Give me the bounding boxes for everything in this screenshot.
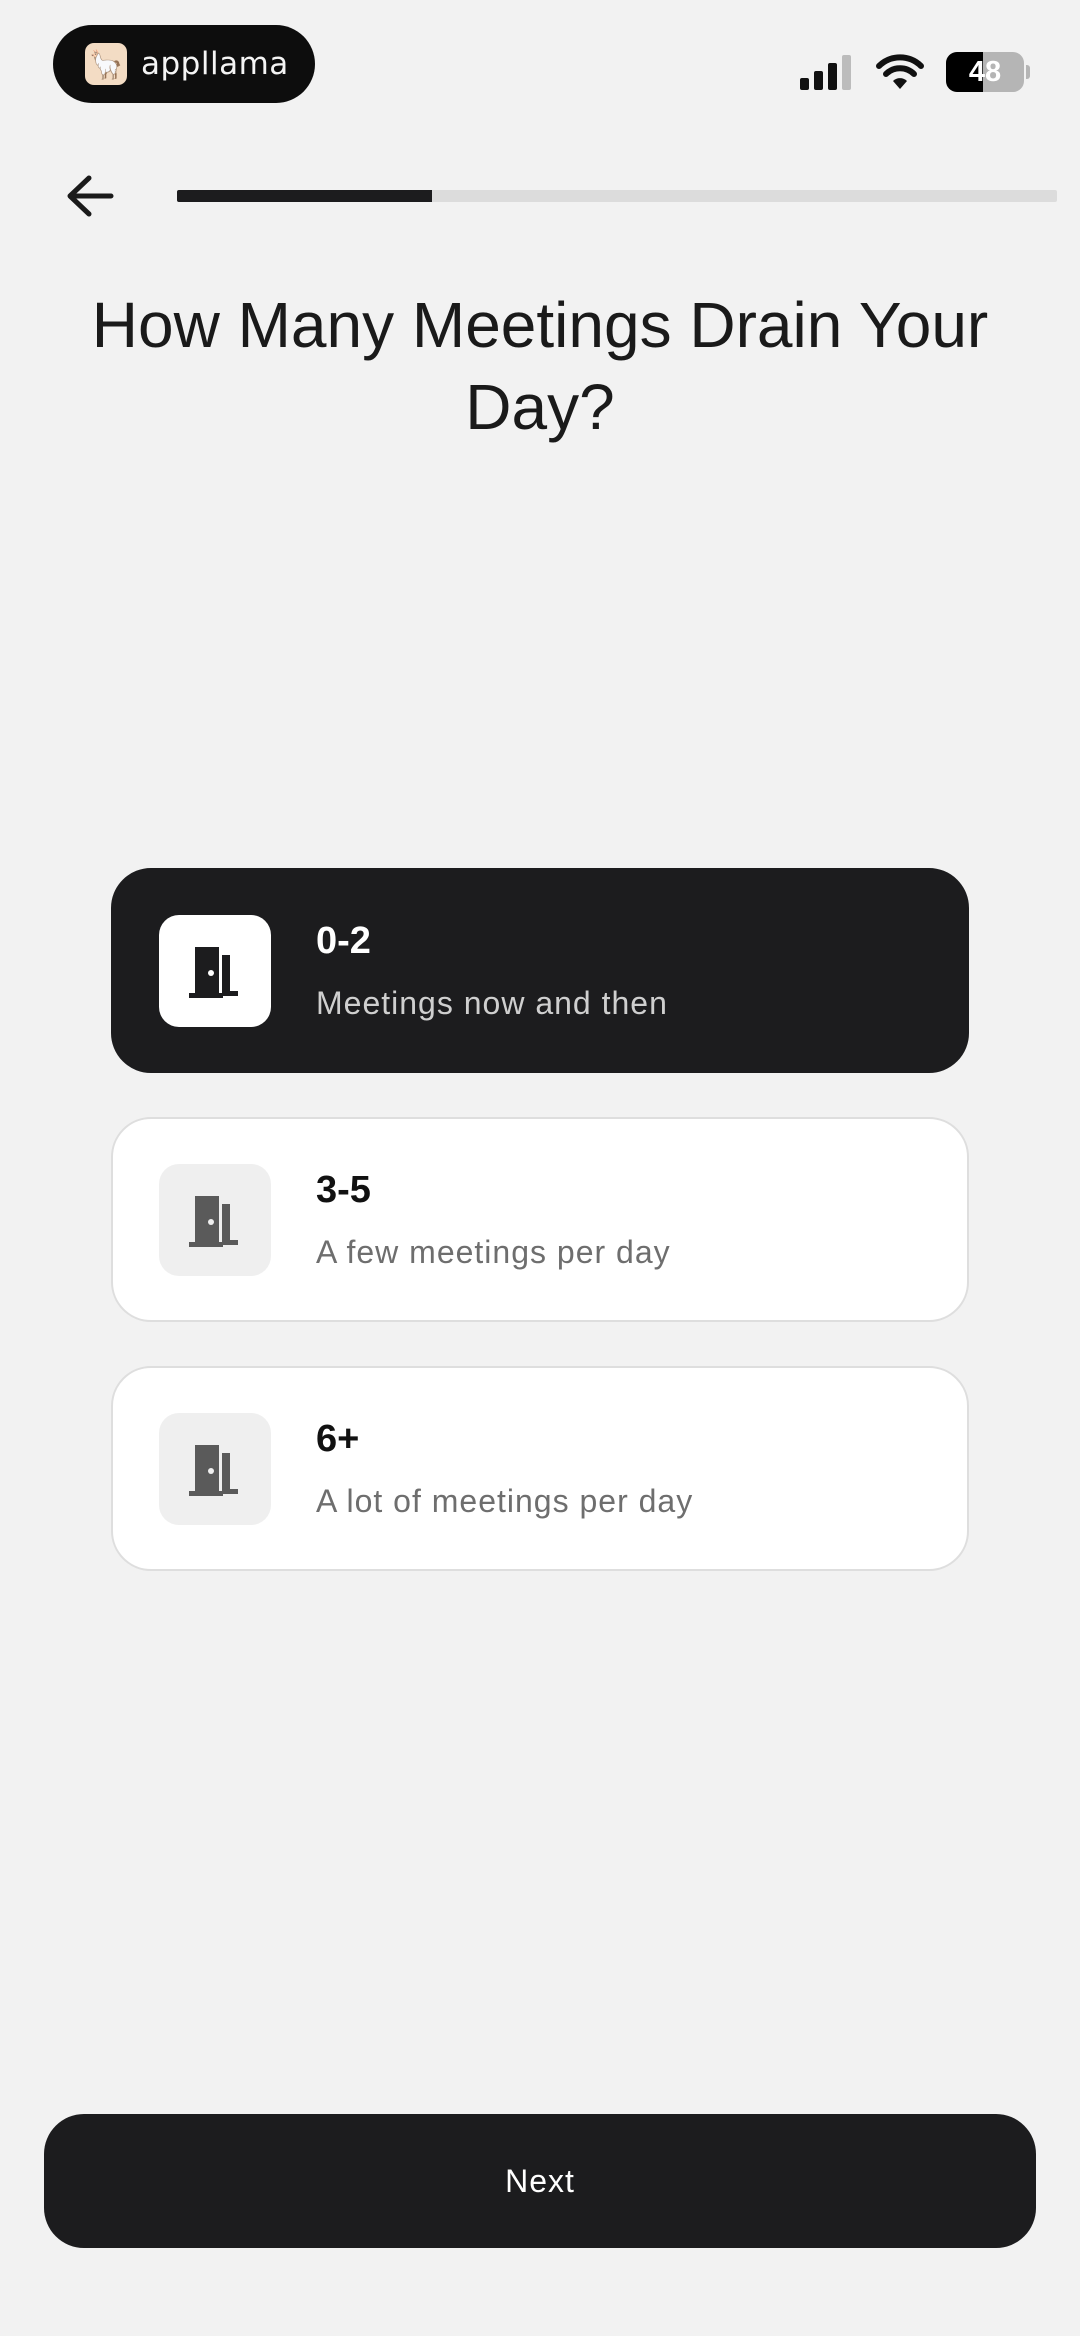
progress-fill [177,190,433,202]
option-6-plus[interactable]: 6+ A lot of meetings per day [111,1366,969,1571]
battery-cap [1026,65,1030,79]
option-subtitle: A lot of meetings per day [316,1482,694,1519]
option-title: 3-5 [316,1168,371,1211]
option-3-5[interactable]: 3-5 A few meetings per day [111,1117,969,1322]
status-icons: 48 [798,50,1030,94]
battery-level: 48 [968,55,1002,88]
next-button[interactable]: Next [44,2114,1036,2248]
option-title: 6+ [316,1417,360,1460]
question-title: How Many Meetings Drain Your Day? [91,289,989,443]
back-button[interactable] [55,164,125,228]
progress-bar [177,190,1057,202]
llama-logo-icon: 🦙 [85,43,127,85]
option-0-2[interactable]: 0-2 Meetings now and then [111,868,969,1073]
arrow-left-icon [67,175,114,217]
door-icon [159,1163,271,1276]
option-subtitle: Meetings now and then [316,984,668,1021]
door-icon [159,1412,271,1525]
wifi-icon [876,54,924,89]
onboarding-screen: 🦙 appllama 48 How Many Meetings Drain Yo… [0,0,1080,2336]
option-text: 6+ A lot of meetings per day [316,1418,693,1520]
cellular-signal-icon [800,55,851,90]
option-subtitle: A few meetings per day [316,1233,671,1270]
option-text: 3-5 A few meetings per day [316,1169,671,1271]
option-title: 0-2 [316,919,371,962]
brand-pill: 🦙 appllama [53,25,315,103]
options-list: 0-2 Meetings now and then 3-5 A few meet… [111,868,969,1615]
brand-name: appllama [141,46,289,82]
door-icon [159,914,271,1027]
option-text: 0-2 Meetings now and then [316,920,668,1022]
battery-icon: 48 [946,52,1024,92]
